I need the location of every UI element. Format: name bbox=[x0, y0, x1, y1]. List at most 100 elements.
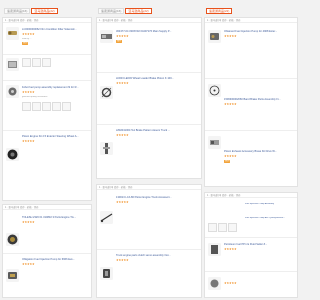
gallery-thumb[interactable] bbox=[22, 102, 31, 111]
product-thumbnail[interactable] bbox=[208, 84, 221, 97]
product-title[interactable]: Piston Engine Kit 2.5 Exterior Steering … bbox=[22, 135, 88, 138]
product-title[interactable]: Truck engine parts clutch servo assembly… bbox=[116, 254, 198, 257]
tab-bar: 速卖通商品(16) 亚马逊商品(22) bbox=[4, 8, 58, 14]
product-title[interactable]: 1506300002060 Band Brake Parts Assembly … bbox=[224, 98, 294, 101]
section-header: 1 · 亚马逊 (4) 库存 · 价格 · 评价 bbox=[97, 185, 201, 190]
product-thumbnail[interactable] bbox=[6, 269, 19, 282]
product-section: 1 · 亚马逊 (4) 库存 · 价格 · 评价 Obtained Fuel I… bbox=[204, 17, 298, 187]
product-title[interactable]: Obligation Fuel Injection Pump for 6666 … bbox=[22, 258, 88, 261]
hot-badge: 热销 bbox=[224, 160, 231, 163]
product-thumbnail[interactable] bbox=[208, 30, 221, 43]
product-title[interactable]: 304377-04 330XX02 04407176 Main Supply P… bbox=[116, 30, 198, 33]
section-header: 1 · 亚马逊 (4) 库存 · 价格 · 评价 bbox=[3, 205, 91, 210]
product-thumbnail[interactable] bbox=[6, 27, 19, 40]
gallery-thumb[interactable] bbox=[22, 58, 31, 67]
product-thumbnail[interactable] bbox=[208, 277, 221, 290]
product-item[interactable]: LD003 LE003 Wheel Loader Brake Piston K … bbox=[97, 74, 201, 122]
gallery-thumb[interactable] bbox=[42, 58, 51, 67]
product-item[interactable]: ★★★★★ bbox=[205, 273, 297, 297]
product-item[interactable]: L8020410017A1 Brake Pattern Assem Truck … bbox=[97, 126, 201, 176]
product-title[interactable]: LC0000000062 Film Condition Filter Solen… bbox=[22, 28, 88, 31]
product-title[interactable]: Fuel Injection Pump Ass Quality Assura..… bbox=[245, 217, 285, 220]
product-item[interactable]: 130013 LCA 80 Piston Engine Truck Access… bbox=[97, 193, 201, 247]
rating-stars: ★★★★★ bbox=[22, 139, 35, 143]
thumbnail-gallery bbox=[22, 102, 71, 111]
product-title[interactable]: Petroleum fuel PP.1 E Fluid Seller #... bbox=[224, 243, 294, 246]
gallery-thumb[interactable] bbox=[228, 223, 237, 232]
product-item[interactable]: Piston Exhaust Accessory Brass Kit Drive… bbox=[205, 132, 297, 184]
product-meta: genuine quality assurance bbox=[22, 96, 48, 98]
gallery-thumb[interactable] bbox=[62, 102, 71, 111]
product-item[interactable]: Obtained Fuel Injection Pump for 4908 Ex… bbox=[205, 26, 297, 76]
product-title[interactable]: Fuel Injection Pump Assembly bbox=[245, 203, 274, 206]
product-item[interactable] bbox=[3, 56, 91, 78]
product-thumbnail[interactable] bbox=[6, 233, 19, 246]
tab-amazon[interactable]: 亚马逊商品(22) bbox=[125, 8, 152, 14]
recommend-badge: 推荐 bbox=[116, 40, 123, 43]
product-item[interactable]: 304377-04 330XX02 04407176 Main Supply P… bbox=[97, 26, 201, 70]
product-title[interactable]: 130013 LCA 80 Piston Engine Truck Access… bbox=[116, 196, 198, 199]
product-title[interactable]: Piston Exhaust Accessory Brass Kit Drive… bbox=[224, 150, 294, 153]
product-section: 1 · 亚马逊 (4) 库存 · 价格 · 评价 304377-04 330XX… bbox=[96, 17, 202, 179]
rating-stars: ★★★★★ bbox=[116, 133, 129, 137]
rating-stars: ★★★★★ bbox=[22, 32, 35, 36]
product-item[interactable]: Petroleum fuel PP.1 E Fluid Seller #... … bbox=[205, 239, 297, 269]
product-item[interactable]: Truck engine parts clutch servo assembly… bbox=[97, 251, 201, 295]
product-section: 1 · 亚马逊 (4) 库存 · 价格 · 评价 130013 LCA 80 P… bbox=[96, 184, 202, 298]
gallery-thumb[interactable] bbox=[42, 102, 51, 111]
product-item[interactable]: Fobot fuel pump assembly replacement fit… bbox=[3, 82, 91, 128]
product-thumbnail[interactable] bbox=[100, 142, 113, 155]
rating-stars: ★★★★★ bbox=[224, 247, 237, 251]
product-thumbnail[interactable] bbox=[100, 86, 113, 99]
product-thumbnail[interactable] bbox=[100, 211, 113, 224]
tab-bar: 速卖通商品(16) 亚马逊商品(22) bbox=[98, 8, 152, 14]
product-item[interactable]: 1506300002060 Band Brake Parts Assembly … bbox=[205, 80, 297, 128]
rating-stars: ★★★★★ bbox=[224, 102, 237, 106]
product-title[interactable]: TOLESH 2326 01 310832 3 Parts Engine Tru… bbox=[22, 216, 88, 219]
product-thumbnail[interactable] bbox=[208, 243, 221, 256]
gallery-thumb[interactable] bbox=[208, 223, 217, 232]
section-header: 1 · 亚马逊 (4) 库存 · 价格 · 评价 bbox=[3, 18, 91, 23]
thumbnail-gallery bbox=[208, 223, 237, 232]
product-item[interactable]: LC0000000062 Film Condition Filter Solen… bbox=[3, 24, 91, 52]
gallery-thumb[interactable] bbox=[32, 58, 41, 67]
product-thumbnail[interactable] bbox=[6, 58, 19, 71]
product-thumbnail[interactable] bbox=[6, 148, 19, 161]
rating-stars: ★★★★★ bbox=[22, 262, 35, 266]
product-title[interactable]: Fobot fuel pump assembly replacement fit… bbox=[22, 86, 88, 89]
product-thumbnail[interactable] bbox=[100, 30, 113, 43]
tab-bar: 速卖通商品(22) bbox=[206, 8, 233, 14]
section-header: 1 · 亚马逊 (4) 库存 · 价格 · 评价 bbox=[205, 18, 297, 23]
thumbnail-gallery bbox=[22, 58, 51, 67]
product-title[interactable]: LD003 LE003 Wheel Loader Brake Piston K … bbox=[116, 77, 198, 80]
tab-aliexpress[interactable]: 速卖通商品(22) bbox=[206, 8, 233, 14]
rating-stars: ★★★★★ bbox=[224, 281, 237, 285]
rating-stars: ★★★★★ bbox=[116, 81, 129, 85]
product-item[interactable]: Piston Engine Kit 2.5 Exterior Steering … bbox=[3, 132, 91, 172]
tab-aliexpress[interactable]: 速卖通商品(16) bbox=[4, 8, 31, 14]
product-thumbnail[interactable] bbox=[208, 136, 221, 149]
tab-aliexpress[interactable]: 速卖通商品(16) bbox=[98, 8, 125, 14]
product-title[interactable]: L8020410017A1 Brake Pattern Assem Truck … bbox=[116, 129, 198, 132]
gallery-thumb[interactable] bbox=[32, 102, 41, 111]
rating-stars: ★★★★★ bbox=[116, 200, 129, 204]
section-header: 1 · 亚马逊 (4) 库存 · 价格 · 评价 bbox=[205, 193, 297, 198]
hot-badge: 热销 bbox=[22, 42, 29, 45]
rating-stars: ★★★★★ bbox=[22, 90, 35, 94]
rating-stars: ★★★★★ bbox=[116, 34, 129, 38]
rating-stars: ★★★★★ bbox=[224, 34, 237, 38]
product-meta: sold by ... bbox=[22, 38, 32, 40]
section-header: 1 · 亚马逊 (4) 库存 · 价格 · 评价 bbox=[97, 18, 201, 23]
product-item[interactable]: TOLESH 2326 01 310832 3 Parts Engine Tru… bbox=[3, 213, 91, 251]
gallery-thumb[interactable] bbox=[52, 102, 61, 111]
rating-stars: ★★★★★ bbox=[22, 220, 35, 224]
product-section: 1 · 亚马逊 (4) 库存 · 价格 · 评价 TOLESH 2326 01 … bbox=[2, 204, 92, 298]
rating-stars: ★★★★★ bbox=[224, 154, 237, 158]
product-thumbnail[interactable] bbox=[6, 85, 19, 98]
product-thumbnail[interactable] bbox=[100, 267, 113, 280]
gallery-thumb[interactable] bbox=[218, 223, 227, 232]
rating-stars: ★★★★★ bbox=[116, 258, 129, 262]
product-item[interactable]: Obligation Fuel Injection Pump for 6666 … bbox=[3, 255, 91, 295]
tab-amazon[interactable]: 亚马逊商品(22) bbox=[31, 8, 58, 14]
product-title[interactable]: Obtained Fuel Injection Pump for 4908 Ex… bbox=[224, 30, 294, 33]
